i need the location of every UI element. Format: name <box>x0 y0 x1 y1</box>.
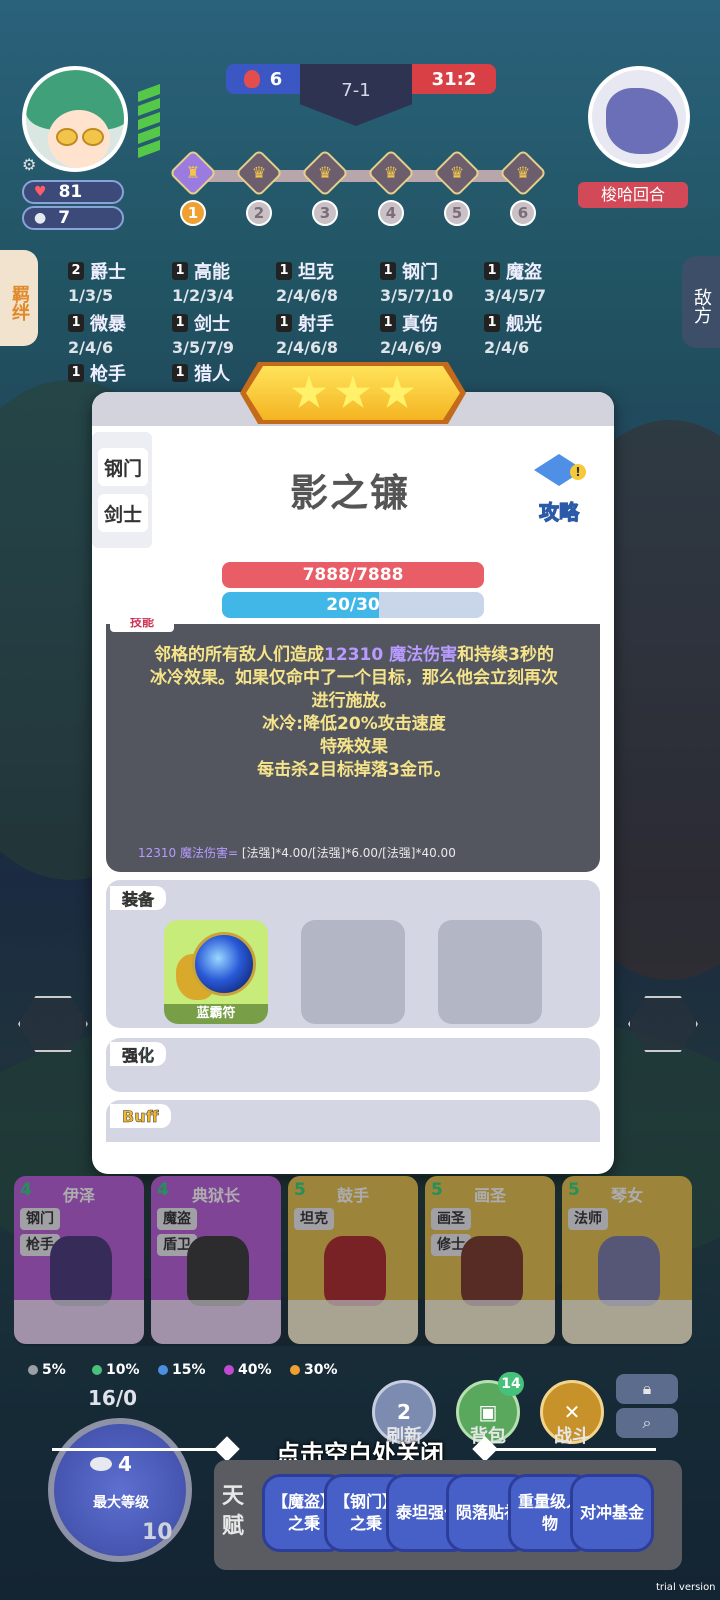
enhance-label: 强化 <box>110 1042 167 1066</box>
bench-dim <box>14 1176 692 1346</box>
mana-text: 20/30 <box>326 595 380 615</box>
hero-trait-tags: 钢门 剑士 <box>92 432 152 548</box>
star-icon <box>335 375 371 408</box>
trait-item[interactable]: 1 微暴 2/4/6 <box>68 310 176 360</box>
talent-label: 天赋 <box>222 1484 245 1539</box>
trait-item[interactable]: 1 真伤 2/4/6/9 <box>380 310 488 360</box>
trait-item[interactable]: 1 魔盗 3/4/5/7 <box>484 258 592 308</box>
player-score: 6 <box>226 64 300 94</box>
bag-badge: 14 <box>498 1372 524 1396</box>
stage-number-4: 4 <box>378 200 404 226</box>
skill-line: 冰冷:降低20%攻击速度 <box>262 714 446 734</box>
buff-section <box>106 1100 600 1142</box>
talent-chip[interactable]: 对冲基金 <box>570 1474 654 1552</box>
star-icon <box>379 375 415 408</box>
heart-icon: ♥ <box>34 184 47 200</box>
odds-tier-5: 30% <box>290 1362 338 1378</box>
enemy-score: 31:2 <box>412 64 496 94</box>
hero-tag[interactable]: 钢门 <box>98 448 148 486</box>
settings-gear-icon[interactable]: ⚙ <box>22 155 36 174</box>
trait-item[interactable]: 1 舰光 2/4/6 <box>484 310 592 360</box>
odds-tier-3: 15% <box>158 1362 206 1378</box>
crossed-swords-icon: ✕ <box>563 1400 581 1424</box>
coin-value: 7 <box>58 208 71 228</box>
health-pill: ♥ 81 <box>22 180 124 204</box>
lock-button[interactable]: 🔒︎ <box>616 1374 678 1404</box>
max-level-label: 最大等级 <box>93 1495 149 1511</box>
equipment-slot-3[interactable] <box>438 920 542 1024</box>
equipment-label: 装备 <box>110 886 167 910</box>
guide-label: 攻略 <box>539 500 580 525</box>
trait-item[interactable]: 1 坦克 2/4/6/8 <box>276 258 384 308</box>
stage-number-6: 6 <box>510 200 536 226</box>
player-avatar[interactable] <box>22 66 128 172</box>
player-score-value: 6 <box>269 68 283 90</box>
hp-bar: 7888/7888 <box>222 562 484 588</box>
guide-button[interactable]: ! 攻略 <box>526 450 592 525</box>
opponent-avatar[interactable] <box>588 66 690 168</box>
enhance-section <box>106 1038 600 1092</box>
stage-number-1: 1 <box>180 200 206 226</box>
trait-item[interactable]: 2 爵士 1/3/5 <box>68 258 176 308</box>
skill-tab: 技能 <box>110 618 174 632</box>
enemy-score-value: 31:2 <box>431 68 477 90</box>
hp-text: 7888/7888 <box>302 565 404 585</box>
enemy-tab[interactable]: 敌方 <box>682 256 720 348</box>
star-rating-banner <box>246 366 460 420</box>
equipment-name: 蓝霸符 <box>164 1004 268 1024</box>
round-value: 7-1 <box>341 80 371 101</box>
skill-line: 冰冷效果。如果仅命中了一个目标，那么他会立刻再次 <box>150 668 558 688</box>
xp-text: 16/0 <box>88 1386 138 1410</box>
trait-item[interactable]: 1 射手 2/4/6/8 <box>276 310 384 360</box>
mana-bar: 20/30 <box>222 592 484 618</box>
skill-line: 进行施放。 <box>311 691 397 711</box>
trait-item[interactable]: 1 高能 1/2/3/4 <box>172 258 280 308</box>
stage-number-5: 5 <box>444 200 470 226</box>
skill-line: 邻格的所有敌人们造成12310 魔法伤害和持续3秒的 <box>154 645 554 665</box>
odds-tier-2: 10% <box>92 1362 140 1378</box>
equipment-slot-2[interactable] <box>301 920 405 1024</box>
stage-number-3: 3 <box>312 200 338 226</box>
player-hp-bars <box>138 83 160 168</box>
hero-tag[interactable]: 剑士 <box>98 494 148 532</box>
equipment-slot-1[interactable]: 蓝霸符 <box>164 920 268 1024</box>
stage-number-2: 2 <box>246 200 272 226</box>
buff-label: Buff <box>110 1104 171 1128</box>
level-number: 10 <box>142 1520 173 1545</box>
backpack-icon: ▣ <box>478 1400 498 1424</box>
exclamation-icon: ! <box>570 464 586 480</box>
trait-item[interactable]: 1 钢门 3/5/7/10 <box>380 258 488 308</box>
coin-pill: ● 7 <box>22 206 124 230</box>
potion-icon <box>243 70 260 88</box>
skill-line: 特殊效果 <box>320 737 388 757</box>
opponent-label: 梭哈回合 <box>578 182 688 208</box>
traits-tab[interactable]: 羁绊 <box>0 250 38 346</box>
trait-item[interactable]: 1 剑士 3/5/7/9 <box>172 310 280 360</box>
odds-tier-4: 40% <box>224 1362 272 1378</box>
lock-icon: 🔒︎ <box>642 1379 652 1398</box>
odds-tier-1: 5% <box>28 1362 66 1378</box>
damage-formula: 12310 魔法伤害= [法强]*4.00/[法强]*6.00/[法强]*40.… <box>138 846 456 860</box>
coin-icon: ● <box>34 210 47 226</box>
hero-name: 影之镰 <box>289 471 410 515</box>
skill-description: 邻格的所有敌人们造成12310 魔法伤害和持续3秒的 冰冷效果。如果仅命中了一个… <box>124 644 584 782</box>
star-icon <box>291 375 327 408</box>
skill-line: 每击杀2目标掉落3金币。 <box>257 760 451 780</box>
trial-watermark: trial version <box>656 1582 716 1593</box>
galaxy-orb-icon <box>192 932 256 996</box>
health-value: 81 <box>58 182 83 202</box>
